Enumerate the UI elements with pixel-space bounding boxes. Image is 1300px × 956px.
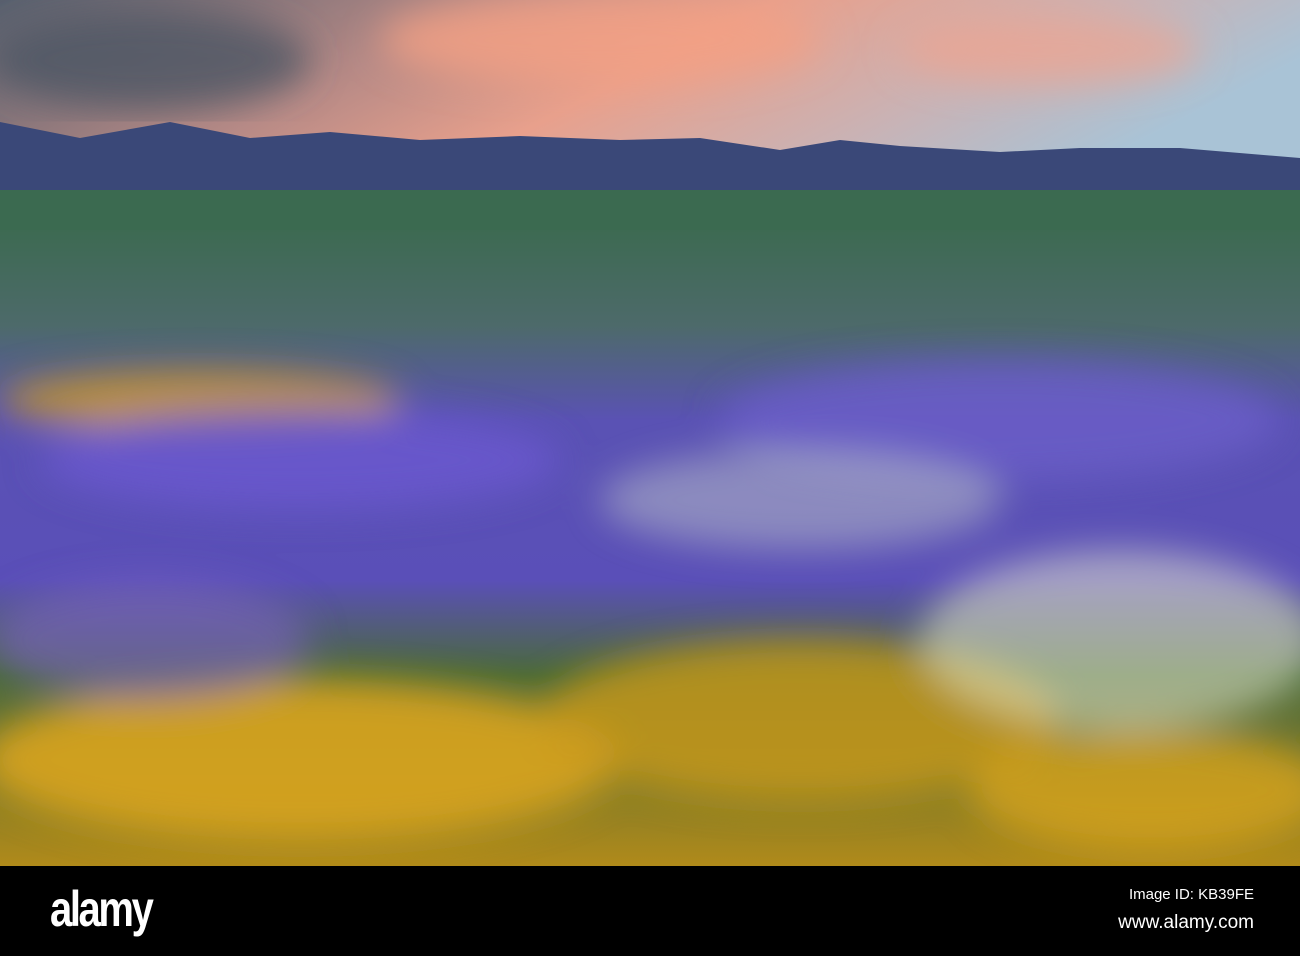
watermark-url: www.alamy.com <box>1118 912 1254 933</box>
image-id: Image ID: KB39FE <box>1128 886 1254 903</box>
watermark-bar: alamy Image ID: KB39FE www.alamy.com <box>0 866 1300 956</box>
plain <box>0 190 1300 230</box>
landscape-photo <box>0 0 1300 866</box>
alamy-logo: alamy <box>50 881 154 937</box>
